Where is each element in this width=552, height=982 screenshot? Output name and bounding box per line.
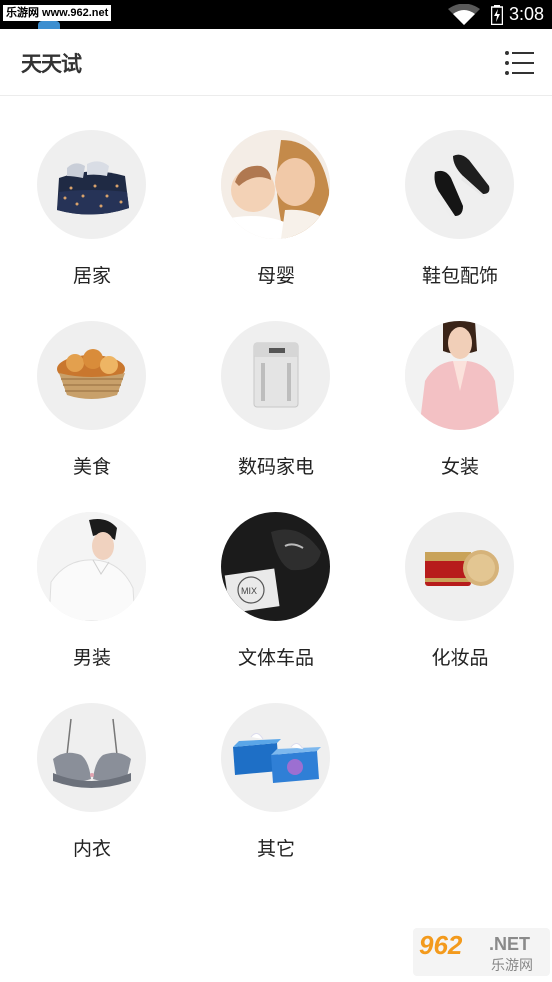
category-label: 鞋包配饰: [421, 265, 498, 287]
category-underwear[interactable]: 内衣: [0, 670, 184, 861]
category-label: 化妆品: [431, 647, 489, 669]
category-label: 母婴: [256, 265, 295, 287]
category-shoes-bags[interactable]: 鞋包配饰: [368, 97, 552, 288]
watermark-badge: 乐游网 www.962.net: [3, 5, 112, 21]
category-cosmetics[interactable]: 化妆品: [368, 479, 552, 670]
notification-icon: [38, 21, 60, 29]
watermark-domain: .NET: [489, 934, 531, 954]
list-menu-button[interactable]: [504, 49, 536, 77]
car-dashboard-image: MIX: [221, 512, 330, 621]
category-label: 男装: [72, 647, 111, 669]
bedding-image: [37, 130, 146, 239]
status-bar: 乐游网 www.962.net 3:08: [0, 0, 552, 29]
category-mother-baby[interactable]: 母婴: [184, 97, 368, 288]
mother-baby-image: [221, 130, 330, 239]
white-shirt-man-image: [37, 512, 146, 621]
category-label: 文体车品: [237, 647, 314, 669]
app-bar: 天天试: [0, 29, 552, 96]
battery-icon: [491, 5, 503, 25]
watermark-name: 乐游网: [491, 958, 533, 974]
watermark-brand: 962: [419, 930, 463, 960]
svg-text:MIX: MIX: [241, 586, 257, 596]
category-digital-appliances[interactable]: 数码家电: [184, 288, 368, 479]
tissue-boxes-image: [221, 703, 330, 812]
app-title: 天天试: [21, 52, 82, 76]
category-food[interactable]: 美食: [0, 288, 184, 479]
category-mens-clothing[interactable]: 男装: [0, 479, 184, 670]
category-womens-clothing[interactable]: 女装: [368, 288, 552, 479]
bra-image: [37, 703, 146, 812]
slip-on-shoes-image: [405, 130, 514, 239]
category-label: 美食: [72, 456, 111, 478]
category-home[interactable]: 居家: [0, 97, 184, 288]
category-label: 其它: [256, 838, 295, 860]
list-menu-icon: [505, 51, 534, 75]
category-label: 居家: [72, 265, 111, 287]
bread-basket-image: [37, 321, 146, 430]
site-watermark: 962 .NET 乐游网: [413, 928, 550, 976]
category-label: 内衣: [72, 838, 111, 860]
air-purifier-image: [221, 321, 330, 430]
wifi-icon: [448, 4, 480, 25]
clock: 3:08: [509, 4, 545, 24]
category-others[interactable]: 其它: [184, 670, 368, 861]
cream-jars-image: [405, 512, 514, 621]
category-stationery-car[interactable]: MIX 文体车品: [184, 479, 368, 670]
pink-jacket-image: [405, 321, 514, 430]
category-label: 女装: [440, 456, 479, 478]
category-label: 数码家电: [237, 456, 314, 478]
